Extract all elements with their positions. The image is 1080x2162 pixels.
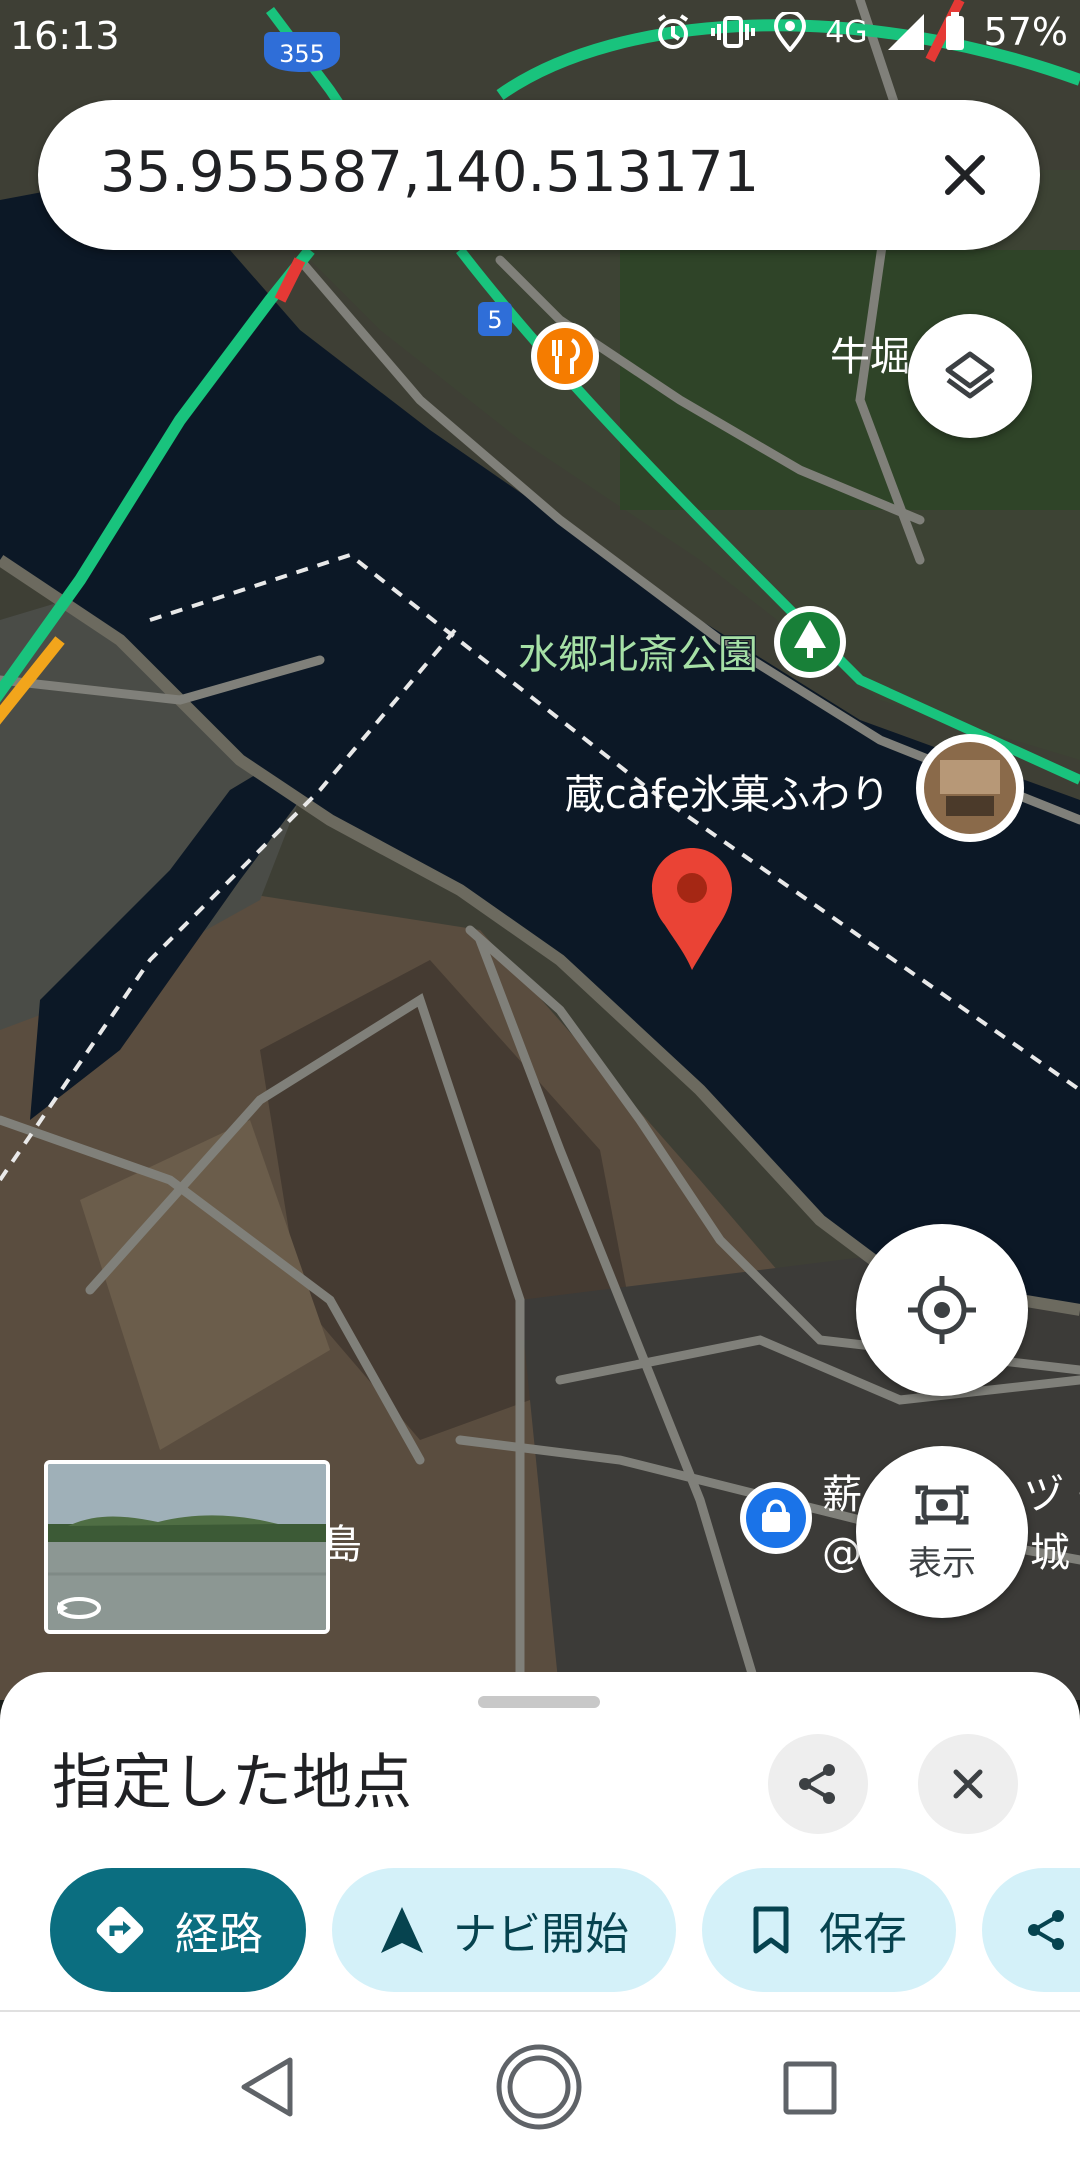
- search-bar[interactable]: 35.955587,140.513171: [38, 100, 1040, 250]
- layers-button[interactable]: [908, 314, 1032, 438]
- share-icon: [799, 1764, 835, 1804]
- map-label-shop-right-1: ヅ・: [1024, 1472, 1080, 1518]
- close-icon[interactable]: [930, 140, 1000, 210]
- my-location-icon: [908, 1276, 976, 1344]
- directions-icon: [93, 1903, 147, 1957]
- share-icon: [1024, 1907, 1070, 1953]
- my-location-button[interactable]: [856, 1224, 1028, 1396]
- status-icons: 4G 57%: [653, 10, 1068, 54]
- alarm-icon: [658, 14, 689, 49]
- battery-percent: 57%: [983, 10, 1068, 54]
- start-navigation-label: ナビ開始: [453, 1909, 629, 1960]
- lens-button[interactable]: 表示: [856, 1446, 1028, 1618]
- map-label-cafe: 蔵cafe氷菓ふわり: [565, 772, 890, 818]
- recents-icon[interactable]: [782, 2060, 838, 2116]
- map-label-ushibori: 牛堀: [830, 334, 910, 380]
- place-title: 指定した地点: [52, 1748, 412, 1818]
- search-query[interactable]: 35.955587,140.513171: [100, 140, 759, 205]
- close-sheet-button[interactable]: [918, 1734, 1018, 1834]
- system-nav-bar: [0, 2010, 1080, 2162]
- camera-lens-icon: [915, 1485, 969, 1524]
- street-view-rotate-icon: [57, 1597, 101, 1619]
- start-navigation-button[interactable]: ナビ開始: [332, 1868, 676, 1992]
- status-bar: 16:13 4G 57%: [0, 0, 1080, 75]
- street-view-thumbnail[interactable]: [44, 1460, 330, 1634]
- shop-pin[interactable]: [740, 1482, 812, 1554]
- vibrate-icon: [711, 16, 756, 48]
- bookmark-icon: [751, 1905, 791, 1955]
- sheet-drag-handle[interactable]: [478, 1696, 600, 1708]
- close-icon: [953, 1769, 983, 1799]
- navigation-arrow-icon: [379, 1905, 425, 1955]
- cafe-photo-pin[interactable]: [916, 734, 1024, 842]
- location-icon: [774, 12, 807, 52]
- restaurant-pin[interactable]: [531, 322, 599, 390]
- network-type: 4G: [825, 14, 868, 50]
- park-pin[interactable]: [774, 606, 846, 678]
- lens-label: 表示: [908, 1543, 976, 1584]
- place-sheet[interactable]: 指定した地点 経路 ナビ開始 保存: [0, 1672, 1080, 2012]
- layers-icon: [945, 351, 995, 399]
- home-icon[interactable]: [494, 2042, 584, 2132]
- route-5-shield: 5: [478, 302, 512, 336]
- map-label-shop-right-3: 城: [1030, 1530, 1070, 1576]
- share-button[interactable]: [768, 1734, 868, 1834]
- battery-icon: [945, 12, 964, 50]
- map-label-shop-left: 薪: [822, 1472, 862, 1518]
- signal-icon: [887, 14, 924, 50]
- map-label-park: 水郷北斎公園: [518, 632, 758, 678]
- satellite-map[interactable]: 355 5 牛堀 水郷北斎公園 蔵cafe氷菓ふわり 島 薪 ヅ・ @: [0, 0, 1080, 1700]
- route-5-label: 5: [487, 306, 502, 334]
- directions-button[interactable]: 経路: [50, 1868, 306, 1992]
- save-label: 保存: [819, 1909, 907, 1960]
- share-chip-button[interactable]: [982, 1868, 1080, 1992]
- save-button[interactable]: 保存: [702, 1868, 956, 1992]
- status-time: 16:13: [10, 14, 120, 58]
- directions-label: 経路: [175, 1909, 263, 1960]
- back-icon[interactable]: [238, 2056, 298, 2118]
